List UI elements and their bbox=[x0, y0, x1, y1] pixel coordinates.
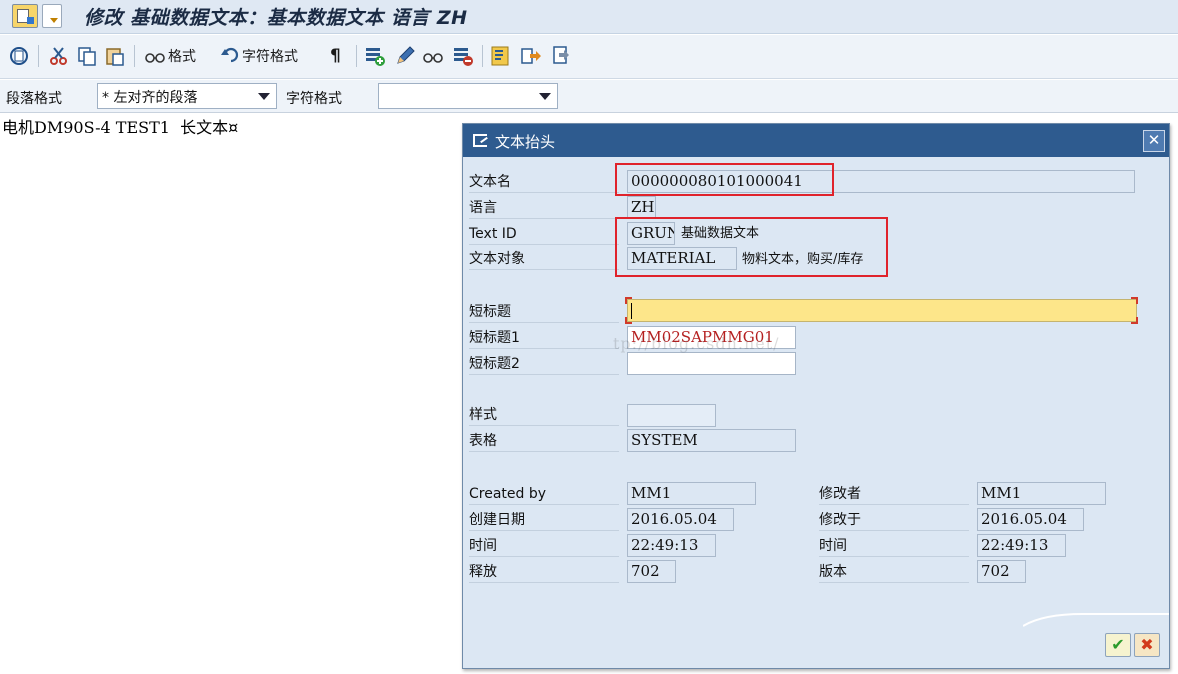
editor-text-line[interactable]: 电机DM90S-4 TEST1 长文本¤ bbox=[2, 114, 238, 138]
delete-line-icon[interactable] bbox=[452, 45, 474, 67]
format-button-label: 格式 bbox=[168, 49, 196, 65]
change-display-icon[interactable] bbox=[8, 45, 30, 67]
chevron-down-icon bbox=[539, 93, 551, 100]
field-corner-mark bbox=[625, 317, 632, 324]
watermark: tp://blog.csdn.net/ bbox=[613, 334, 780, 353]
paste-icon[interactable] bbox=[104, 45, 126, 67]
char-format-label: 字符格式 bbox=[286, 91, 342, 107]
char-format-select[interactable] bbox=[378, 83, 558, 109]
changed-time-label: 时间 bbox=[819, 535, 969, 557]
changed-by-label: 修改者 bbox=[819, 483, 969, 505]
close-button[interactable]: ✕ bbox=[1143, 130, 1165, 152]
insert-line-icon[interactable] bbox=[364, 45, 386, 67]
import-icon[interactable] bbox=[550, 45, 572, 67]
toolbar-separator bbox=[38, 45, 39, 67]
toolbar-separator bbox=[482, 45, 483, 67]
confirm-button[interactable]: ✔ bbox=[1105, 633, 1131, 657]
text-header-dialog: 文本抬头 ✕ 文本名 000000080101000041 语言 ZH Text… bbox=[462, 123, 1170, 669]
footer-curve bbox=[1023, 613, 1169, 627]
highlight-box-text-id-object bbox=[615, 217, 888, 277]
display-glasses-icon[interactable] bbox=[422, 45, 446, 67]
copy-icon[interactable] bbox=[76, 45, 98, 67]
undo-icon bbox=[221, 47, 239, 63]
char-format-button-label: 字符格式 bbox=[242, 49, 298, 65]
paragraph-format-value: * 左对齐的段落 bbox=[102, 90, 198, 106]
created-date-field[interactable]: 2016.05.04 bbox=[627, 508, 734, 531]
format-button[interactable]: 格式 bbox=[144, 45, 196, 67]
style-field[interactable] bbox=[627, 404, 716, 427]
help-document-icon[interactable] bbox=[490, 45, 512, 67]
created-time-label: 时间 bbox=[469, 535, 619, 557]
short-title1-label: 短标题1 bbox=[469, 327, 619, 349]
cut-icon[interactable] bbox=[48, 45, 70, 67]
page-title: 修改 基础数据文本：基本数据文本 语言 ZH bbox=[84, 7, 468, 29]
changed-date-field[interactable]: 2016.05.04 bbox=[977, 508, 1084, 531]
format-bar: 段落格式 * 左对齐的段落 字符格式 bbox=[0, 80, 1178, 113]
short-title2-label: 短标题2 bbox=[469, 353, 619, 375]
system-menu-button[interactable] bbox=[42, 4, 62, 28]
highlight-box-text-name bbox=[615, 163, 834, 196]
changed-time-field[interactable]: 22:49:13 bbox=[977, 534, 1066, 557]
window-title-bar: 修改 基础数据文本：基本数据文本 语言 ZH bbox=[0, 0, 1178, 34]
form-field[interactable]: SYSTEM bbox=[627, 429, 796, 452]
dialog-title: 文本抬头 bbox=[495, 133, 556, 151]
toolbar-separator bbox=[356, 45, 357, 67]
created-by-label: Created by bbox=[469, 483, 619, 505]
paragraph-mark-button[interactable]: ¶ bbox=[330, 45, 341, 67]
created-by-field[interactable]: MM1 bbox=[627, 482, 756, 505]
app-icon[interactable] bbox=[12, 4, 38, 28]
text-object-label: 文本对象 bbox=[469, 248, 619, 270]
pencil-icon[interactable] bbox=[394, 45, 416, 67]
short-title-input[interactable] bbox=[627, 299, 1137, 322]
language-label: 语言 bbox=[469, 197, 619, 219]
toolbar: 格式 字符格式 ¶ bbox=[0, 35, 1178, 79]
paragraph-format-label: 段落格式 bbox=[6, 91, 62, 107]
text-id-label: Text ID bbox=[469, 223, 619, 245]
language-field[interactable]: ZH bbox=[627, 196, 656, 219]
style-label: 样式 bbox=[469, 404, 619, 426]
release-label: 释放 bbox=[469, 561, 619, 583]
cancel-button[interactable]: ✖ bbox=[1134, 633, 1160, 657]
export-icon[interactable] bbox=[520, 45, 542, 67]
form-label: 表格 bbox=[469, 430, 619, 452]
release-field[interactable]: 702 bbox=[627, 560, 676, 583]
edit-window-icon bbox=[473, 134, 487, 147]
short-title-label: 短标题 bbox=[469, 301, 619, 323]
toolbar-separator bbox=[134, 45, 135, 67]
paragraph-format-select[interactable]: * 左对齐的段落 bbox=[97, 83, 277, 109]
version-label: 版本 bbox=[819, 561, 969, 583]
version-field[interactable]: 702 bbox=[977, 560, 1026, 583]
field-corner-mark bbox=[1131, 297, 1138, 304]
changed-date-label: 修改于 bbox=[819, 509, 969, 531]
glasses-icon bbox=[145, 53, 165, 63]
dialog-title-bar: 文本抬头 ✕ bbox=[463, 124, 1169, 157]
char-format-button[interactable]: 字符格式 bbox=[220, 45, 298, 67]
chevron-down-icon bbox=[258, 93, 270, 100]
short-title2-input[interactable] bbox=[627, 352, 796, 375]
created-date-label: 创建日期 bbox=[469, 509, 619, 531]
created-time-field[interactable]: 22:49:13 bbox=[627, 534, 716, 557]
changed-by-field[interactable]: MM1 bbox=[977, 482, 1106, 505]
field-corner-mark bbox=[1131, 317, 1138, 324]
field-corner-mark bbox=[625, 297, 632, 304]
text-name-label: 文本名 bbox=[469, 171, 619, 193]
